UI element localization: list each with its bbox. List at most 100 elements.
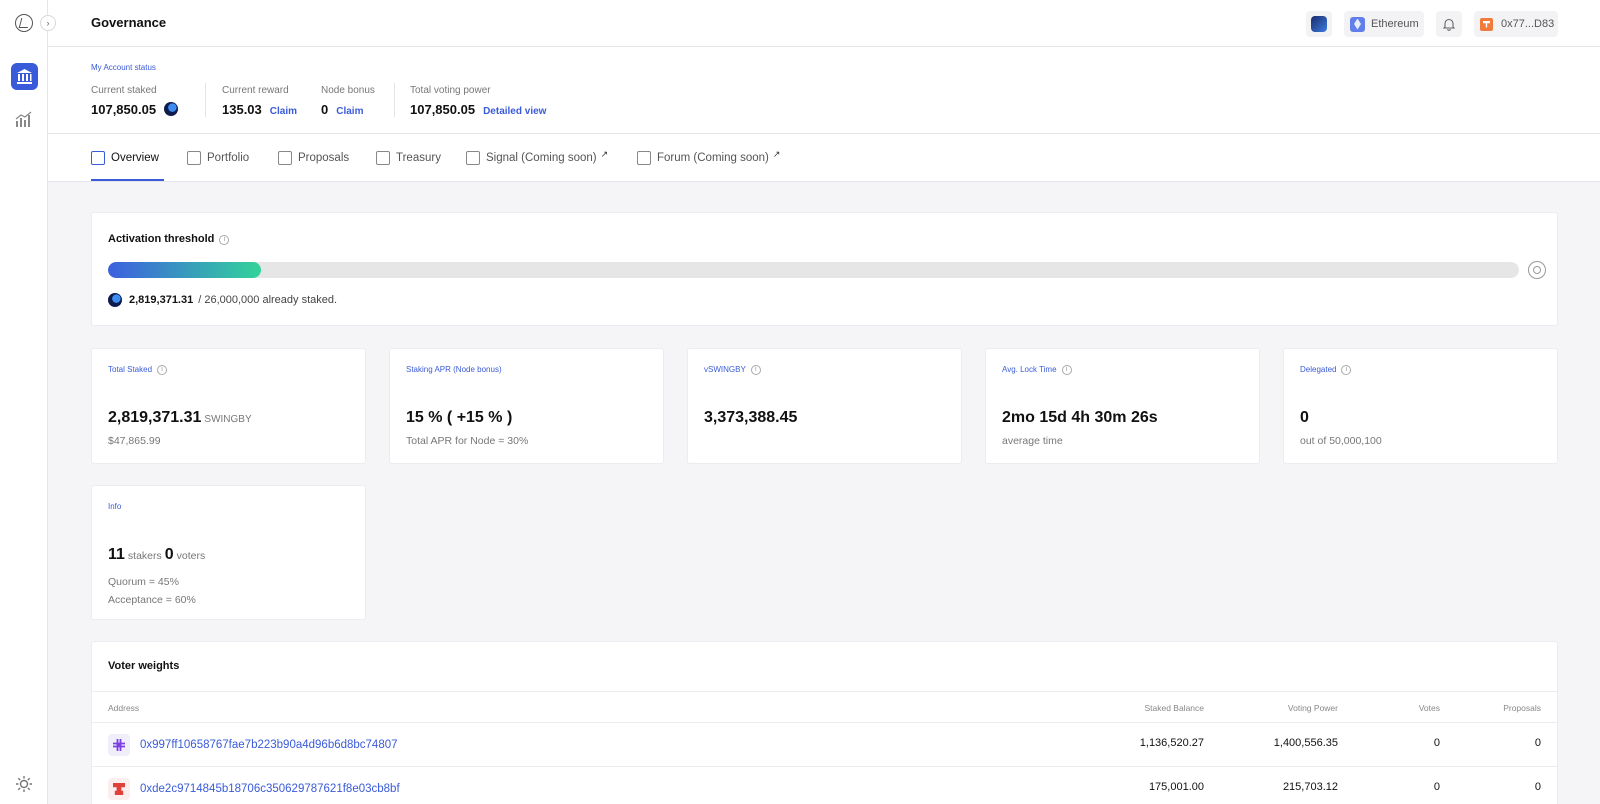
total-voting-power-value: 107,850.05 bbox=[410, 102, 476, 117]
voter-weights-title: Voter weights bbox=[108, 660, 180, 672]
swingby-token-icon bbox=[1311, 16, 1327, 32]
notifications-button[interactable] bbox=[1436, 11, 1462, 37]
stat-card-avg-lock-time: Avg. Lock Time i 2mo 15d 4h 30m 26s avera… bbox=[985, 348, 1260, 464]
current-reward-block: Current reward 135.03 Claim bbox=[222, 85, 297, 119]
node-bonus-value: 0 bbox=[321, 102, 329, 117]
table-row: 0xde2c9714845b18706c350629787621f8e03cb8… bbox=[92, 767, 1557, 804]
info-stakers-voters: 11 stakers 0 voters bbox=[108, 546, 208, 564]
divider bbox=[394, 83, 395, 117]
column-header-voting-power[interactable]: Voting Power bbox=[1288, 703, 1338, 713]
swingby-token-button[interactable] bbox=[1306, 11, 1332, 37]
node-bonus-label: Node bonus bbox=[321, 85, 375, 96]
expand-sidebar-icon[interactable]: › bbox=[40, 15, 56, 31]
votes-cell: 0 bbox=[1433, 781, 1440, 793]
column-header-address[interactable]: Address bbox=[108, 703, 139, 713]
info-title: Info bbox=[108, 502, 122, 511]
current-staked-value: 107,850.05 bbox=[91, 102, 157, 117]
tab-forum[interactable]: Forum (Coming soon) ↗ bbox=[637, 148, 781, 166]
account-button[interactable]: 0x77...D83 bbox=[1474, 11, 1558, 37]
stat-value: 3,373,388.45 bbox=[704, 409, 798, 426]
current-staked-block: Current staked 107,850.05 bbox=[91, 85, 179, 119]
column-header-proposals[interactable]: Proposals bbox=[1503, 703, 1541, 713]
voters-label: voters bbox=[176, 550, 206, 562]
activation-threshold-card: Activation threshold i 2,819,371.31 / 26,… bbox=[91, 212, 1558, 326]
swingby-logo-icon[interactable] bbox=[15, 14, 33, 32]
page-title: Governance bbox=[91, 15, 167, 30]
threshold-title-text: Activation threshold bbox=[108, 233, 215, 245]
tab-label: Portfolio bbox=[207, 152, 250, 164]
active-tab-indicator bbox=[91, 179, 164, 181]
account-address: 0x77...D83 bbox=[1501, 18, 1555, 30]
current-reward-value: 135.03 bbox=[222, 102, 262, 117]
table-row: 0x997ff10658767fae7b223b90a4d96b6d8bc748… bbox=[92, 723, 1557, 767]
tab-portfolio[interactable]: Portfolio bbox=[187, 150, 249, 166]
stat-label-text: Total Staked bbox=[108, 365, 153, 374]
tab-signal[interactable]: Signal (Coming soon) ↗ bbox=[466, 148, 609, 166]
stat-subtext: out of 50,000,100 bbox=[1300, 435, 1382, 447]
top-bar: Governance Ethereum 0x77...D83 bbox=[48, 0, 1600, 47]
info-icon[interactable]: i bbox=[219, 235, 230, 245]
stat-label: Avg. Lock Time i bbox=[1002, 365, 1072, 375]
info-icon[interactable]: i bbox=[1061, 365, 1072, 375]
activation-threshold-title: Activation threshold i bbox=[108, 233, 230, 245]
external-link-icon: ↗ bbox=[600, 148, 609, 159]
stat-value: 0 bbox=[1300, 409, 1309, 426]
account-status-title: My Account status bbox=[91, 63, 156, 72]
network-label: Ethereum bbox=[1371, 18, 1419, 30]
stat-unit: SWINGBY bbox=[204, 414, 252, 425]
forum-icon bbox=[637, 151, 651, 165]
tab-label: Signal (Coming soon) bbox=[486, 152, 597, 164]
info-icon[interactable]: i bbox=[750, 365, 761, 375]
current-reward-label: Current reward bbox=[222, 85, 289, 96]
voter-address-link[interactable]: 0xde2c9714845b18706c350629787621f8e03cb8… bbox=[140, 783, 400, 795]
stat-label: vSWINGBY i bbox=[704, 365, 761, 375]
tab-overview[interactable]: Overview bbox=[91, 150, 159, 166]
stat-label: Staking APR (Node bonus) bbox=[406, 365, 502, 374]
stakers-count: 11 bbox=[108, 546, 125, 563]
claim-node-bonus-link[interactable]: Claim bbox=[336, 106, 363, 117]
document-icon bbox=[278, 151, 292, 165]
tab-proposals[interactable]: Proposals bbox=[278, 150, 349, 166]
voter-address-link[interactable]: 0x997ff10658767fae7b223b90a4d96b6d8bc748… bbox=[140, 739, 398, 751]
chart-icon bbox=[91, 151, 105, 165]
proposals-cell: 0 bbox=[1534, 781, 1541, 793]
threshold-target-text: / 26,000,000 already staked. bbox=[198, 294, 338, 306]
tab-treasury[interactable]: Treasury bbox=[376, 150, 441, 166]
badge-icon bbox=[1528, 261, 1546, 279]
stat-label-text: vSWINGBY bbox=[704, 365, 746, 374]
account-avatar-icon bbox=[1480, 17, 1493, 31]
threshold-summary: 2,819,371.31 / 26,000,000 already staked… bbox=[108, 293, 337, 307]
column-header-staked-balance[interactable]: Staked Balance bbox=[1144, 703, 1204, 713]
stat-subtext: Total APR for Node = 30% bbox=[406, 435, 529, 447]
analytics-nav-icon[interactable] bbox=[14, 110, 34, 130]
node-bonus-block: Node bonus 0 Claim bbox=[321, 85, 375, 119]
stat-label-text: Staking APR (Node bonus) bbox=[406, 365, 502, 374]
votes-cell: 0 bbox=[1433, 737, 1440, 749]
info-icon[interactable]: i bbox=[157, 365, 168, 375]
info-icon[interactable]: i bbox=[1341, 365, 1352, 375]
stat-label-text: Delegated bbox=[1300, 365, 1337, 374]
detailed-view-link[interactable]: Detailed view bbox=[483, 106, 546, 117]
ethereum-icon bbox=[1350, 16, 1365, 32]
network-selector[interactable]: Ethereum bbox=[1344, 11, 1424, 37]
stat-label: Total Staked i bbox=[108, 365, 168, 375]
current-staked-label: Current staked bbox=[91, 85, 157, 96]
governance-nav-icon[interactable] bbox=[11, 63, 38, 90]
stat-value: 2,819,371.31 SWINGBY bbox=[108, 409, 252, 427]
stat-card-vswingby: vSWINGBY i 3,373,388.45 bbox=[687, 348, 962, 464]
voters-count: 0 bbox=[164, 546, 174, 563]
stat-label: Delegated i bbox=[1300, 365, 1352, 375]
tab-label: Forum (Coming soon) bbox=[657, 152, 769, 164]
info-card: Info 11 stakers 0 voters Quorum = 45% Accep… bbox=[91, 485, 366, 620]
total-voting-power-block: Total voting power 107,850.05 Detailed vi… bbox=[410, 85, 546, 119]
table-header: Address Staked Balance Voting Power Vote… bbox=[92, 691, 1557, 723]
divider bbox=[205, 83, 206, 117]
wallet-icon bbox=[187, 151, 201, 165]
external-link-icon: ↗ bbox=[772, 148, 781, 159]
stat-value-text: 2,819,371.31 bbox=[108, 409, 202, 426]
voter-weights-card: Voter weights Address Staked Balance Vot… bbox=[91, 641, 1558, 804]
claim-reward-link[interactable]: Claim bbox=[270, 106, 297, 117]
column-header-votes[interactable]: Votes bbox=[1419, 703, 1440, 713]
acceptance-text: Acceptance = 60% bbox=[108, 594, 196, 606]
theme-toggle-icon[interactable] bbox=[15, 775, 33, 793]
